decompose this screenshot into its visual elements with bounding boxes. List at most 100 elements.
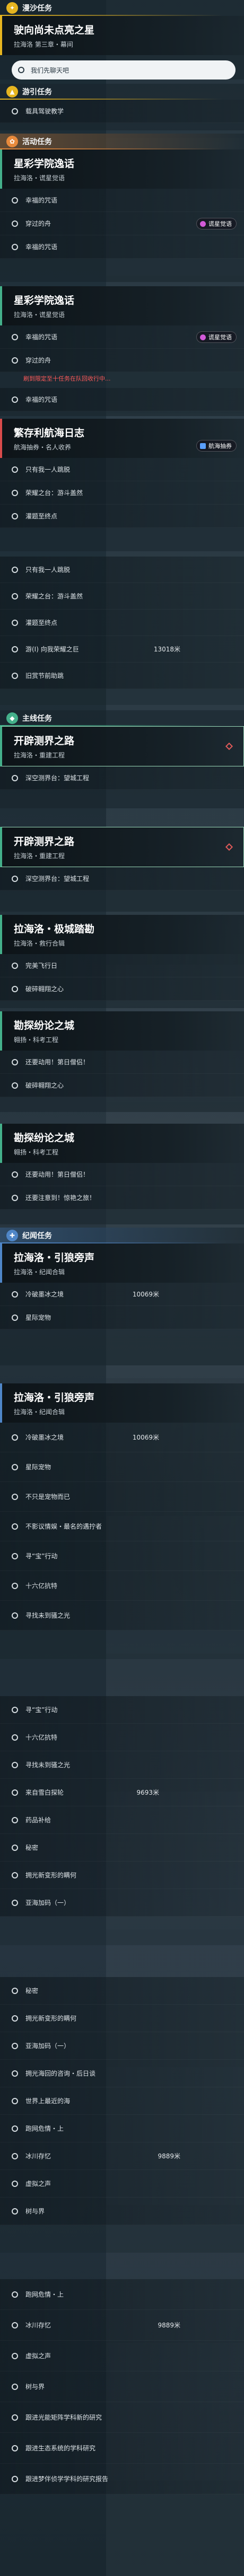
- objective-label: 深空测界台：望城工程: [25, 875, 90, 883]
- objective-item[interactable]: 冷破墨冰之境 10069米: [0, 1283, 244, 1306]
- objective-item[interactable]: 冷破墨冰之境 10069米: [0, 1423, 244, 1452]
- objective-item[interactable]: 树与界: [0, 2198, 244, 2225]
- objective-item[interactable]: 寻“宝”行动: [0, 1541, 244, 1571]
- objective-label: 星际宠物: [25, 1463, 51, 1471]
- objective-item[interactable]: 游(I) 向我荣耀之巨 13018米: [0, 636, 244, 663]
- objective-item[interactable]: 幸福的咒语: [0, 388, 244, 411]
- objective-item[interactable]: 秘密: [0, 1977, 244, 2005]
- objective-ring-icon: [12, 646, 18, 652]
- objective-item[interactable]: 冰川存忆 9889米: [0, 2310, 244, 2341]
- objective-item[interactable]: 星际宠物: [0, 1452, 244, 1482]
- section-header-main[interactable]: ◆ 主线任务: [0, 710, 244, 726]
- objective-item[interactable]: 亚海加码（一）: [0, 2032, 244, 2060]
- objective-item[interactable]: 幸福的咒语: [0, 235, 244, 259]
- objective-item[interactable]: 跟进光能矩阵学科新的研究: [0, 2402, 244, 2433]
- objective-item[interactable]: 不影议情娱・最名的遇拧者: [0, 1512, 244, 1541]
- objective-item[interactable]: 只有我一人跳脱: [0, 557, 244, 583]
- objective-item[interactable]: 跑网危情・上: [0, 2115, 244, 2142]
- objective-ring-icon: [12, 1789, 18, 1796]
- quest-header[interactable]: 勘探纷论之城 翱扬・科考工程: [0, 1011, 244, 1051]
- quest-header[interactable]: 拉海洛・极城踏勘 拉海洛・救行合辑: [0, 915, 244, 954]
- objective-item[interactable]: 冰川存忆 9889米: [0, 2142, 244, 2170]
- objective-item[interactable]: 还要动用！第日僧侣！: [0, 1163, 244, 1186]
- objective-label: 亚海加码（一）: [25, 2042, 71, 2050]
- objective-item[interactable]: 拥光新变形的瞒何: [0, 1862, 244, 1889]
- objective-label: 冷破墨冰之境: [25, 1291, 64, 1298]
- objective-item[interactable]: 灌题至终点: [0, 505, 244, 528]
- section-header-event[interactable]: ✿ 活动任务: [0, 134, 244, 149]
- objective-item[interactable]: 幸福的咒语: [0, 189, 244, 212]
- objective-item[interactable]: 虚拟之声: [0, 2341, 244, 2371]
- quest-header[interactable]: 星彩学院逸话 拉海洛・谎星觉语: [0, 149, 244, 189]
- section-event-icon: ✿: [6, 136, 18, 147]
- objective-item[interactable]: 世界上最近的海: [0, 2087, 244, 2115]
- objective-item[interactable]: 寻“宝”行动: [0, 1696, 244, 1724]
- objective-item[interactable]: 荣耀之台：游斗盖然: [0, 583, 244, 610]
- objective-item[interactable]: 寻找未到骚之光: [0, 1601, 244, 1630]
- objective-item[interactable]: 跑网危情・上: [0, 2279, 244, 2310]
- objective-item[interactable]: 树与界: [0, 2371, 244, 2402]
- quest-tag-button[interactable]: 谎星觉语: [196, 331, 237, 343]
- quest-tag-button[interactable]: 谎星觉语: [196, 218, 237, 230]
- quest-header[interactable]: 驶向尚未点亮之星 拉海洛 第三章・幕间: [0, 16, 244, 55]
- objective-item[interactable]: 跟进生态系统的学科研究: [0, 2433, 244, 2464]
- objective-item[interactable]: 灌题至终点: [0, 610, 244, 636]
- objective-ring-icon: [12, 197, 18, 204]
- quest-header[interactable]: 勘探纷论之城 翱扬・科考工程: [0, 1124, 244, 1163]
- quest-tag-label: 航海抽券: [208, 443, 232, 449]
- objective-ring-icon: [12, 2445, 18, 2451]
- objective-item[interactable]: 深空测界台：望城工程: [0, 766, 244, 790]
- quest-header[interactable]: 拉海洛・引狼旁声 拉海洛・纪闻合辑: [0, 1383, 244, 1423]
- objective-item[interactable]: 拥光新变形的瞒何: [0, 2005, 244, 2032]
- quest-header[interactable]: 拉海洛・引狼旁声 拉海洛・纪闻合辑: [0, 1243, 244, 1283]
- objective-item[interactable]: 破碎翱翔之心: [0, 977, 244, 1001]
- objective-label: 树与界: [25, 2208, 45, 2215]
- objective-item[interactable]: 穿过的舟: [0, 349, 244, 372]
- objective-label: 秘密: [25, 1987, 39, 1995]
- quest-header[interactable]: 开辟测界之路 拉海洛・重建工程: [0, 827, 244, 867]
- objective-item[interactable]: 只有我一人跳脱: [0, 458, 244, 481]
- objective-label: 不影议情娱・最名的遇拧者: [25, 1523, 102, 1530]
- card-main-quest-3: 拉海洛・极城踏勘 拉海洛・救行合辑 完美飞行日 破碎翱翔之心: [0, 915, 244, 1008]
- objective-item[interactable]: 完美飞行日: [0, 954, 244, 977]
- objective-item[interactable]: 星际宠物: [0, 1306, 244, 1329]
- objective-item[interactable]: 深空测界台：望城工程: [0, 867, 244, 890]
- card-event-quest: ✿ 活动任务 星彩学院逸话 拉海洛・谎星觉语 幸福的咒语 穿过的舟 谎星觉语 幸…: [0, 134, 244, 282]
- objective-item[interactable]: 虚拟之声: [0, 2170, 244, 2198]
- objective-item[interactable]: 幸福的咒语 谎星觉语: [0, 325, 244, 349]
- objective-label: 星际宠物: [25, 1314, 51, 1321]
- card-event-quest-2: 星彩学院逸话 拉海洛・谎星觉语 幸福的咒语 谎星觉语 穿过的舟 刷到限定至十任务…: [0, 286, 244, 416]
- objective-item[interactable]: 十六亿抗特: [0, 1724, 244, 1751]
- section-header-record[interactable]: ✚ 纪闻任务: [0, 1228, 244, 1243]
- objective-label: 拥光海回的咨询・后日谈: [25, 2070, 96, 2077]
- section-header-dream[interactable]: ✦ 漫沙任务: [0, 0, 244, 16]
- objective-item[interactable]: 跟进梦伴侦学学科的研究报告: [0, 2464, 244, 2494]
- objective-item[interactable]: 来自雪白探轮 9693米: [0, 1779, 244, 1806]
- objective-item[interactable]: 不只是宠物而已: [0, 1482, 244, 1512]
- objective-item[interactable]: 亚海加码（一）: [0, 1889, 244, 1917]
- objective-label: 载具驾驶教学: [25, 108, 64, 115]
- quest-tag-button[interactable]: 航海抽券: [196, 440, 237, 452]
- objective-item[interactable]: 还要动用！第日僧侣！: [0, 1051, 244, 1074]
- objective-selected[interactable]: 我们先聊天吧: [12, 60, 236, 80]
- objective-item[interactable]: 寻找未到骚之光: [0, 1751, 244, 1779]
- objective-item[interactable]: 还要注意到！惊艳之旅！: [0, 1186, 244, 1210]
- objective-item[interactable]: 荣耀之台：游斗盖然: [0, 481, 244, 505]
- quest-header[interactable]: 开辟测界之路 拉海洛・重建工程: [0, 726, 244, 766]
- objective-item[interactable]: 十六亿抗特: [0, 1571, 244, 1601]
- objective-item[interactable]: 破碎翱翔之心: [0, 1074, 244, 1097]
- card-record-quest: ✚ 纪闻任务 拉海洛・引狼旁声 拉海洛・纪闻合辑 冷破墨冰之境 10069米 星…: [0, 1228, 244, 1365]
- section-main-label: 主线任务: [22, 714, 52, 723]
- objective-item[interactable]: 药品补给: [0, 1806, 244, 1834]
- quest-header[interactable]: 繁存利航海日志 航海抽券・名人收养 航海抽券: [0, 419, 244, 458]
- objective-item[interactable]: 秘密: [0, 1834, 244, 1862]
- quest-header[interactable]: 星彩学院逸话 拉海洛・谎星觉语: [0, 286, 244, 325]
- objective-item[interactable]: 拥光海回的咨询・后日谈: [0, 2060, 244, 2087]
- quest-tag-label: 谎星觉语: [208, 334, 232, 341]
- objective-item[interactable]: 旧赏节前助跳: [0, 663, 244, 689]
- objective-ring-icon: [12, 1987, 18, 1994]
- screenshot-root: ✦ 漫沙任务 驶向尚未点亮之星 拉海洛 第三章・幕间 我们先聊天吧 ▲ 游引任务…: [0, 0, 244, 2576]
- section-header-tour[interactable]: ▲ 游引任务: [0, 84, 244, 100]
- objective-item[interactable]: 穿过的舟 谎星觉语: [0, 212, 244, 235]
- objective-item[interactable]: 载具驾驶教学: [0, 100, 244, 123]
